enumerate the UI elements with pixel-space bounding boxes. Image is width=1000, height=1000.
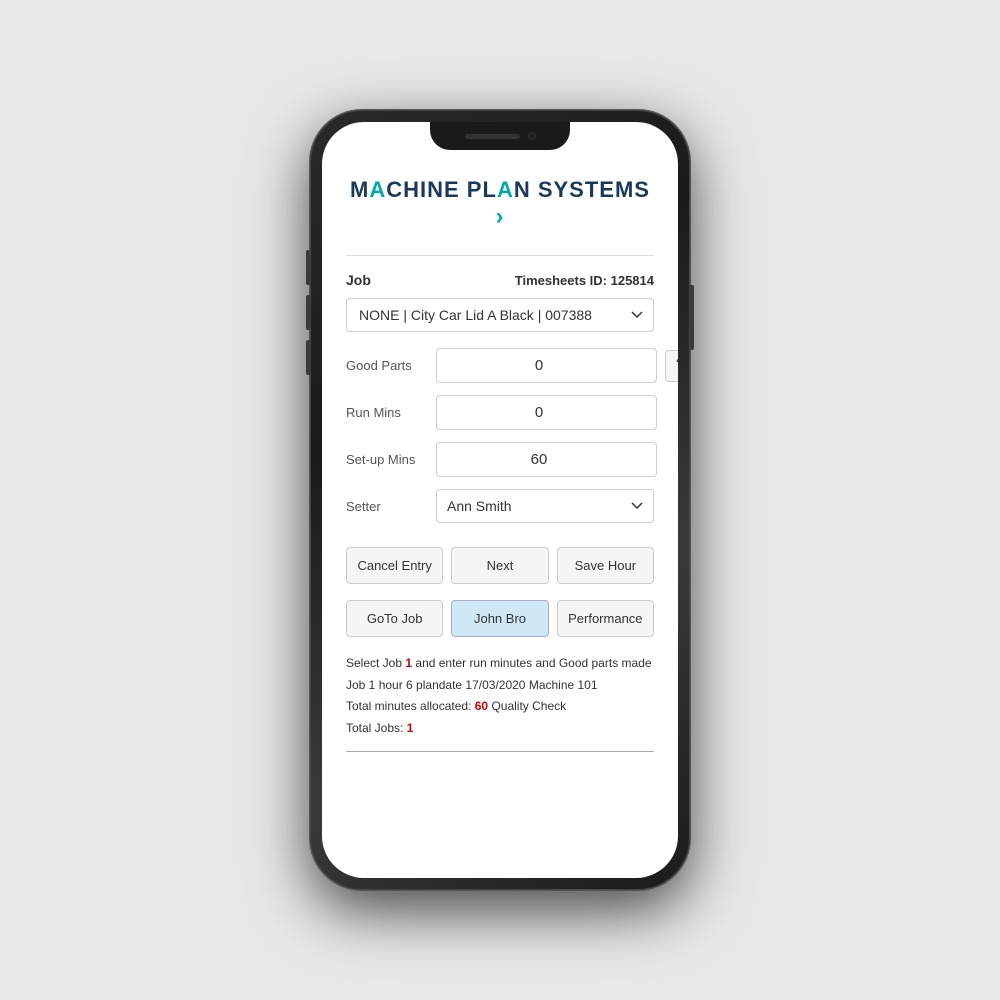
form-section: Good Parts ? Run Mins Set-up Mins Setter <box>346 348 654 535</box>
nav-buttons: GoTo Job John Bro Performance <box>346 600 654 637</box>
screen-content: MACHINE PLAN SYSTEMS › Job Timesheets ID… <box>322 122 678 878</box>
phone-frame: MACHINE PLAN SYSTEMS › Job Timesheets ID… <box>310 110 690 890</box>
save-hour-button[interactable]: Save Hour <box>557 547 654 584</box>
action-buttons: Cancel Entry Next Save Hour <box>346 547 654 584</box>
form-header: Job Timesheets ID: 125814 <box>346 272 654 288</box>
top-divider <box>346 255 654 256</box>
help-button[interactable]: ? <box>665 350 678 382</box>
setup-mins-input[interactable] <box>436 442 657 477</box>
logo-area: MACHINE PLAN SYSTEMS › <box>346 177 654 231</box>
setup-mins-row: Set-up Mins <box>346 442 654 477</box>
notch <box>430 122 570 150</box>
good-parts-row: Good Parts ? <box>346 348 654 383</box>
logo-chevron-icon: › <box>496 203 505 230</box>
good-parts-label: Good Parts <box>346 358 436 373</box>
run-mins-label: Run Mins <box>346 405 436 420</box>
setter-label: Setter <box>346 499 436 514</box>
setter-dropdown[interactable]: Ann Smith <box>436 489 654 523</box>
bottom-divider <box>346 751 654 752</box>
info-section: Select Job 1 and enter run minutes and G… <box>346 653 654 739</box>
setup-mins-label: Set-up Mins <box>346 452 436 467</box>
job-dropdown[interactable]: NONE | City Car Lid A Black | 007388 <box>346 298 654 332</box>
next-button[interactable]: Next <box>451 547 548 584</box>
run-mins-input[interactable] <box>436 395 657 430</box>
camera <box>528 132 536 140</box>
user-button[interactable]: John Bro <box>451 600 548 637</box>
setter-row: Setter Ann Smith <box>346 489 654 523</box>
good-parts-input[interactable] <box>436 348 657 383</box>
performance-button[interactable]: Performance <box>557 600 654 637</box>
phone-screen: MACHINE PLAN SYSTEMS › Job Timesheets ID… <box>322 122 678 878</box>
speaker <box>465 134 520 139</box>
info-line-1: Select Job 1 and enter run minutes and G… <box>346 653 654 675</box>
timesheets-id: Timesheets ID: 125814 <box>515 273 654 288</box>
info-line-2: Job 1 hour 6 plandate 17/03/2020 Machine… <box>346 675 654 697</box>
info-line-3: Total minutes allocated: 60 Quality Chec… <box>346 696 654 718</box>
cancel-entry-button[interactable]: Cancel Entry <box>346 547 443 584</box>
goto-job-button[interactable]: GoTo Job <box>346 600 443 637</box>
job-label: Job <box>346 272 371 288</box>
info-line-4: Total Jobs: 1 <box>346 718 654 740</box>
run-mins-row: Run Mins <box>346 395 654 430</box>
logo-text: MACHINE PLAN SYSTEMS › <box>350 177 650 229</box>
